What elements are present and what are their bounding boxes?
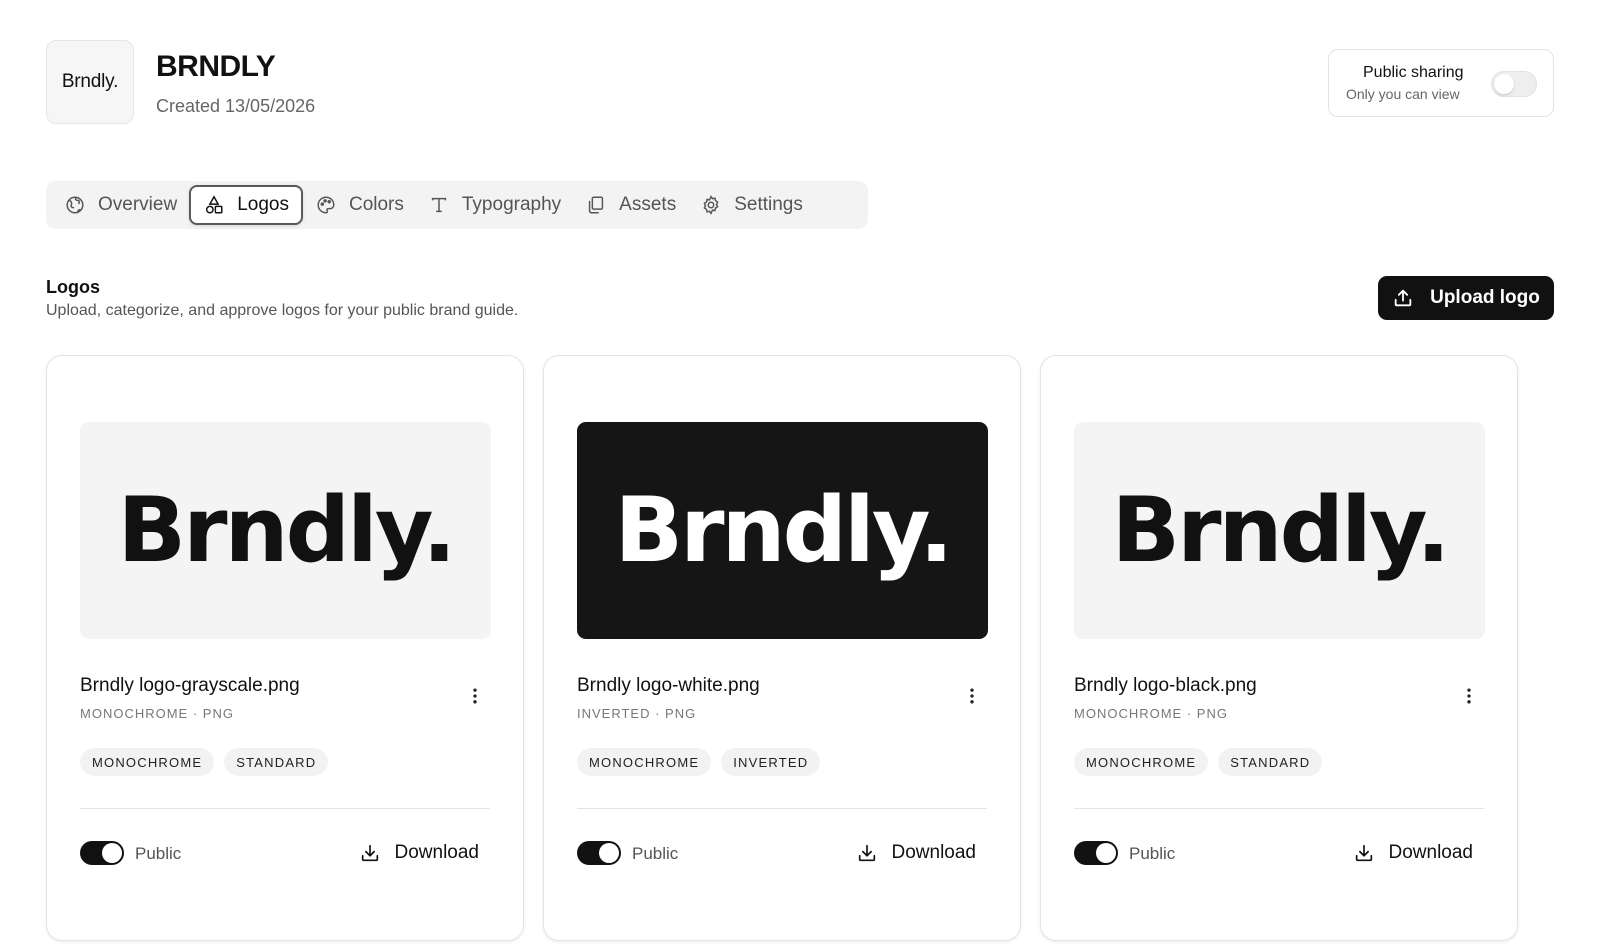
public-sharing-title: Public sharing — [1363, 64, 1464, 81]
brand-title: BRNDLY — [156, 50, 276, 83]
download-label: Download — [891, 842, 977, 863]
tab-typography[interactable]: Typography — [416, 185, 573, 225]
public-label: Public — [1129, 844, 1176, 863]
logo-file-name: Brndly logo-white.png — [577, 675, 760, 696]
gear-icon — [703, 195, 719, 215]
section-title: Logos — [46, 277, 100, 297]
toggle-knob — [102, 843, 122, 863]
card-divider — [577, 808, 987, 809]
type-icon — [431, 197, 447, 213]
download-label: Download — [394, 842, 480, 863]
upload-logo-button[interactable]: Upload logo — [1378, 276, 1554, 320]
download-icon — [858, 844, 875, 862]
palette-icon — [317, 196, 335, 214]
created-date: Created 13/05/2026 — [156, 96, 316, 116]
upload-icon — [1394, 289, 1412, 307]
logo-file-meta: MONOCHROME · PNG — [1074, 706, 1228, 721]
public-toggle[interactable] — [80, 841, 124, 865]
download-button[interactable]: Download — [1353, 836, 1474, 870]
tab-settings[interactable]: Settings — [688, 185, 815, 225]
public-toggle[interactable] — [577, 841, 621, 865]
logo-tags: MONOCHROME INVERTED — [577, 748, 821, 776]
logo-file-meta: INVERTED · PNG — [577, 706, 697, 721]
public-sharing-panel: Public sharing Only you can view — [1328, 49, 1554, 117]
download-label: Download — [1388, 842, 1474, 863]
logo-tag: MONOCHROME — [577, 748, 712, 776]
tab-settings-label: Settings — [734, 194, 803, 215]
tab-assets-label: Assets — [619, 194, 677, 215]
logo-tags: MONOCHROME STANDARD — [80, 748, 329, 776]
tab-typography-label: Typography — [461, 194, 562, 215]
tab-logos-label: Logos — [237, 194, 289, 215]
tab-overview-label: Overview — [98, 194, 178, 215]
logo-tags: MONOCHROME STANDARD — [1074, 748, 1323, 776]
globe-icon — [66, 196, 84, 214]
tab-colors-label: Colors — [348, 194, 404, 215]
download-icon — [361, 844, 378, 862]
upload-logo-label: Upload logo — [1430, 287, 1540, 308]
logo-card: Brndly. Brndly logo-black.png MONOCHROME… — [1040, 355, 1518, 941]
page-header: Brndly. BRNDLY Created 13/05/2026 Public… — [46, 40, 1554, 124]
public-label: Public — [135, 844, 182, 863]
tab-assets[interactable]: Assets — [573, 185, 688, 225]
download-button[interactable]: Download — [856, 836, 977, 870]
logo-tag: MONOCHROME — [1074, 748, 1209, 776]
logo-preview: Brndly. — [80, 422, 491, 639]
tab-overview[interactable]: Overview — [52, 185, 189, 225]
logo-card: Brndly. Brndly logo-white.png INVERTED ·… — [543, 355, 1021, 941]
logo-file-name: Brndly logo-grayscale.png — [80, 675, 300, 696]
toggle-knob — [1494, 74, 1514, 94]
brand-avatar: Brndly. — [46, 40, 134, 124]
logo-card: Brndly. Brndly logo-grayscale.png MONOCH… — [46, 355, 524, 941]
shapes-icon — [206, 195, 223, 214]
logo-tag: STANDARD — [1218, 748, 1323, 776]
logo-preview: Brndly. — [577, 422, 988, 639]
logo-preview: Brndly. — [1074, 422, 1485, 639]
tab-logos[interactable]: Logos — [189, 185, 303, 225]
section-description: Upload, categorize, and approve logos fo… — [46, 302, 519, 319]
more-options-icon[interactable] — [463, 684, 487, 708]
logo-tag: STANDARD — [224, 748, 329, 776]
public-label: Public — [632, 844, 679, 863]
download-button[interactable]: Download — [359, 836, 480, 870]
toggle-knob — [599, 843, 619, 863]
toggle-knob — [1096, 843, 1116, 863]
logo-file-name: Brndly logo-black.png — [1074, 675, 1257, 696]
card-divider — [1074, 808, 1484, 809]
tab-bar: Overview Logos Colors Typography Assets — [46, 181, 868, 229]
logo-grid: Brndly. Brndly logo-grayscale.png MONOCH… — [46, 355, 1554, 941]
public-toggle[interactable] — [1074, 841, 1118, 865]
download-icon — [1355, 844, 1372, 862]
copy-icon — [589, 196, 604, 214]
more-options-icon[interactable] — [960, 684, 984, 708]
more-options-icon[interactable] — [1457, 684, 1481, 708]
card-divider — [80, 808, 490, 809]
public-sharing-toggle[interactable] — [1491, 71, 1537, 97]
logo-tag: MONOCHROME — [80, 748, 215, 776]
tab-colors[interactable]: Colors — [303, 185, 416, 225]
public-sharing-subtitle: Only you can view — [1346, 86, 1460, 102]
logo-file-meta: MONOCHROME · PNG — [80, 706, 234, 721]
logo-tag: INVERTED — [721, 748, 821, 776]
